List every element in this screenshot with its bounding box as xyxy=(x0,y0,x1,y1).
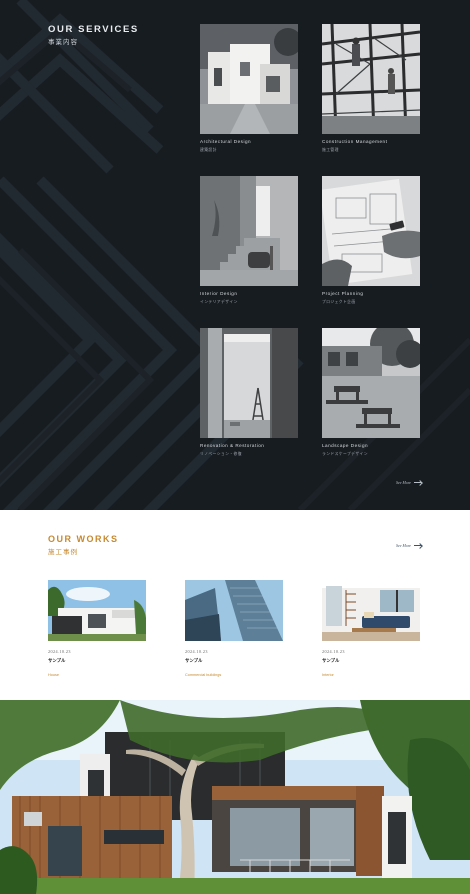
work-card[interactable]: 2024.10.23 サンプル Commercial buildings xyxy=(185,580,283,677)
work-date: 2024.10.23 xyxy=(185,649,208,654)
work-card[interactable]: 2024.10.23 サンプル Interior xyxy=(322,580,420,677)
service-card-renovation[interactable]: Renovation & Restoration リノベーション・修復 xyxy=(200,328,298,457)
services-subtitle: 事業内容 xyxy=(48,38,78,46)
arrow-right-icon xyxy=(414,482,423,483)
white-modern-house-photo xyxy=(200,24,298,134)
service-title-jp: ランドスケープデザイン xyxy=(322,451,368,456)
service-title-en: Architectural Design xyxy=(200,139,252,144)
glass-office-tower-photo xyxy=(185,580,283,641)
work-category-tag[interactable]: Commercial buildings xyxy=(185,673,283,677)
service-title-jp: リノベーション・修復 xyxy=(200,451,242,456)
work-name: サンプル xyxy=(185,659,203,664)
services-section: OUR SERVICES 事業内容 Architectural Design 建… xyxy=(0,0,470,510)
timber-clad-modern-house-photo xyxy=(0,700,470,894)
services-see-more-link[interactable]: See More xyxy=(396,480,423,485)
work-card[interactable]: 2024.10.23 サンプル House xyxy=(48,580,146,677)
service-title-en: Renovation & Restoration xyxy=(200,443,265,448)
work-category-tag[interactable]: House xyxy=(48,673,146,677)
service-title-jp: プロジェクト企画 xyxy=(322,299,356,304)
bright-living-room-photo xyxy=(322,580,420,641)
arrow-right-icon xyxy=(414,545,423,546)
see-more-label: See More xyxy=(396,543,412,548)
work-name: サンプル xyxy=(48,659,66,664)
renovation-room-ladder-photo xyxy=(200,328,298,438)
blueprint-planning-photo xyxy=(322,176,420,286)
service-title-en: Interior Design xyxy=(200,291,238,296)
modern-white-house-photo xyxy=(48,580,146,641)
works-subtitle: 施工事例 xyxy=(48,548,78,556)
steel-framework-workers-photo xyxy=(322,24,420,134)
hero-house-banner xyxy=(0,700,470,894)
works-see-more-link[interactable]: See More xyxy=(396,543,423,548)
services-title: OUR SERVICES xyxy=(48,24,139,35)
work-date: 2024.10.23 xyxy=(322,649,345,654)
service-title-en: Construction Management xyxy=(322,139,388,144)
works-title: OUR WORKS xyxy=(48,534,119,544)
garden-patio-tables-photo xyxy=(322,328,420,438)
service-title-en: Project Planning xyxy=(322,291,364,296)
service-card-planning[interactable]: Project Planning プロジェクト企画 xyxy=(322,176,420,305)
work-name: サンプル xyxy=(322,659,340,664)
minimal-interior-stairs-photo xyxy=(200,176,298,286)
service-title-jp: 施工管理 xyxy=(322,147,339,152)
service-card-interior[interactable]: Interior Design インテリアデザイン xyxy=(200,176,298,305)
works-section: OUR WORKS 施工事例 See More 2024.10.23 サンプル … xyxy=(0,510,470,700)
work-date: 2024.10.23 xyxy=(48,649,71,654)
service-card-architectural[interactable]: Architectural Design 建築設計 xyxy=(200,24,298,153)
service-title-jp: インテリアデザイン xyxy=(200,299,238,304)
work-category-tag[interactable]: Interior xyxy=(322,673,420,677)
service-card-construction[interactable]: Construction Management 施工管理 xyxy=(322,24,420,153)
service-card-landscape[interactable]: Landscape Design ランドスケープデザイン xyxy=(322,328,420,457)
see-more-label: See More xyxy=(396,480,412,485)
service-title-en: Landscape Design xyxy=(322,443,369,448)
service-title-jp: 建築設計 xyxy=(200,147,217,152)
